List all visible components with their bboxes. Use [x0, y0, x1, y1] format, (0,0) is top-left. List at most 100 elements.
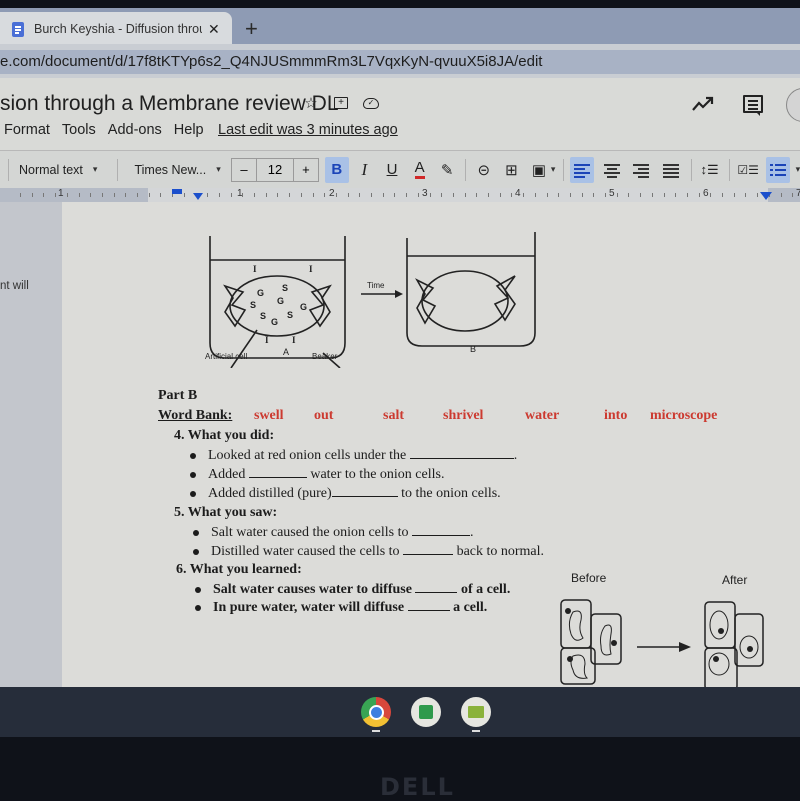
ruler-tick	[722, 193, 723, 197]
close-tab-icon[interactable]: ✕	[208, 21, 220, 38]
ruler[interactable]: 1 1 2 3 4 5 6 7	[0, 188, 800, 202]
word-bank-word: out	[314, 408, 334, 423]
answer-blank[interactable]	[403, 543, 454, 555]
highlight-color-icon[interactable]: ✎	[435, 157, 459, 183]
ruler-tick	[581, 193, 583, 197]
word-bank-word: microscope	[650, 408, 718, 423]
ruler-tick	[476, 193, 478, 197]
right-indent-handle[interactable]	[760, 192, 772, 200]
bold-button[interactable]: B	[324, 156, 349, 183]
answer-blank[interactable]	[331, 485, 398, 497]
browser-tab[interactable]: Burch Keyshia - Diffusion throug ✕	[0, 12, 232, 46]
underline-button[interactable]: U	[380, 157, 404, 183]
q6-item-2[interactable]: In pure water, water will diffuse a cell…	[195, 599, 487, 616]
url-field[interactable]: e.com/document/d/17f8tKTYp6s2_Q4NJUSmmmR…	[0, 50, 800, 74]
cloud-status-icon[interactable]: ✓	[363, 98, 379, 109]
line-spacing-icon[interactable]: ↕☰	[698, 157, 722, 183]
ruler-tick	[113, 193, 115, 197]
after-label: After	[722, 573, 747, 587]
document-title[interactable]: sion through a Membrane review DL	[0, 92, 339, 116]
activity-dashboard-icon[interactable]	[692, 96, 716, 112]
beaker-label: Beaker	[312, 352, 338, 361]
chevron-down-icon[interactable]: ▾	[796, 164, 800, 175]
toolbar-divider	[563, 158, 565, 181]
chrome-icon[interactable]	[361, 697, 391, 727]
q6-item-1[interactable]: Salt water causes water to diffuse of a …	[195, 581, 510, 598]
paragraph-style-value: Normal text	[18, 162, 83, 177]
running-indicator	[372, 730, 380, 732]
align-right-button[interactable]	[630, 157, 654, 183]
font-dropdown[interactable]: Times New... ▾	[134, 163, 223, 177]
bullet-icon	[195, 604, 201, 611]
insert-link-icon[interactable]: ⊝	[472, 157, 496, 183]
chevron-down-icon[interactable]: ▾	[551, 164, 556, 175]
menu-format[interactable]: Format	[4, 122, 50, 138]
q4-item-3[interactable]: Added distilled (pure) to the onion cell…	[190, 485, 501, 502]
answer-blank[interactable]	[407, 599, 450, 611]
increase-font-size-button[interactable]: +	[294, 159, 318, 181]
solute-label: S	[250, 300, 256, 310]
justify-button[interactable]	[659, 157, 683, 183]
ruler-tick	[90, 193, 92, 197]
new-tab-button[interactable]: +	[245, 16, 258, 42]
answer-blank[interactable]	[415, 581, 458, 593]
align-center-button[interactable]	[600, 157, 624, 183]
ruler-tick	[780, 193, 782, 197]
beaker-a-label: A	[283, 347, 289, 357]
ruler-tick	[593, 193, 595, 197]
ruler-tick	[137, 193, 138, 197]
answer-blank[interactable]	[409, 447, 514, 459]
arrow-head-icon	[679, 642, 691, 652]
ruler-tick	[569, 193, 571, 197]
menu-help[interactable]: Help	[174, 122, 204, 138]
answer-blank[interactable]	[248, 466, 307, 478]
osmosis-beaker-diagram: Time G S S G S S G G I I I I Artificial …	[205, 232, 536, 368]
paragraph-style-dropdown[interactable]: Normal text ▾	[19, 163, 109, 177]
answer-blank[interactable]	[412, 524, 470, 536]
last-edit-link[interactable]: Last edit was 3 minutes ago	[218, 122, 398, 138]
ruler-tick	[347, 193, 349, 197]
menu-add-ons[interactable]: Add-ons	[108, 122, 162, 138]
q4-item-2[interactable]: Added water to the onion cells.	[190, 466, 444, 483]
left-indent-handle[interactable]	[193, 193, 203, 200]
bulleted-list-button[interactable]	[765, 156, 790, 183]
align-left-button[interactable]	[570, 156, 594, 183]
ruler-number: 1	[58, 188, 64, 199]
ruler-number: 2	[329, 188, 335, 199]
item-text: Added	[208, 467, 246, 482]
q4-item-1[interactable]: Looked at red onion cells under the .	[190, 447, 517, 464]
first-line-indent-handle[interactable]	[172, 189, 182, 194]
account-avatar[interactable]	[786, 88, 800, 122]
after-cells	[704, 601, 764, 688]
italic-button[interactable]: I	[353, 157, 377, 183]
q5-item-1[interactable]: Salt water caused the onion cells to .	[193, 524, 474, 541]
checklist-icon[interactable]: ☑☰	[736, 157, 760, 183]
formatting-toolbar: Normal text ▾ Times New... ▾ – 12 + B I …	[0, 150, 800, 188]
decrease-font-size-button[interactable]: –	[232, 159, 256, 181]
solute-label: G	[257, 288, 264, 298]
browser-tab-strip: Burch Keyshia - Diffusion throug ✕ +	[0, 8, 800, 46]
align-right-icon	[633, 163, 650, 178]
toolbar-divider	[729, 158, 731, 181]
q5-item-2[interactable]: Distilled water caused the cells to back…	[193, 543, 544, 560]
bullet-icon	[193, 529, 199, 536]
ruler-tick	[429, 193, 431, 197]
comments-icon[interactable]	[743, 95, 763, 116]
ruler-tick	[534, 193, 536, 197]
outline-text[interactable]: nt will	[0, 280, 29, 292]
star-icon[interactable]: ☆	[303, 94, 319, 112]
menu-tools[interactable]: Tools	[62, 122, 96, 138]
text-color-button[interactable]: A	[408, 157, 432, 183]
solute-label: S	[282, 283, 288, 293]
classroom-icon[interactable]	[461, 697, 491, 727]
font-size-input[interactable]: 12	[255, 158, 294, 181]
beaker-b	[406, 232, 536, 347]
word-bank-word: shrivel	[443, 408, 484, 423]
insert-image-icon[interactable]: ▣	[527, 157, 551, 183]
ruler-tick	[43, 193, 45, 197]
outside-label: I	[292, 335, 296, 345]
ruler-tick	[464, 193, 466, 197]
add-comment-icon[interactable]: ⊞	[500, 157, 524, 183]
app-icon[interactable]	[411, 697, 441, 727]
move-to-folder-icon[interactable]: +	[334, 97, 348, 109]
